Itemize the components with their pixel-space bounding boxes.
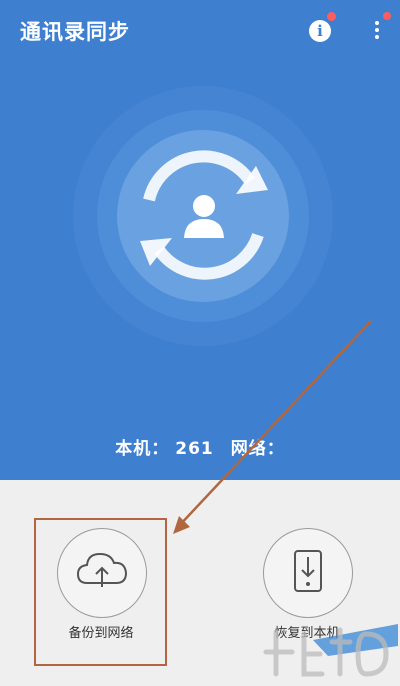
annotation-arrow	[173, 320, 372, 534]
watermark-logo	[263, 624, 398, 677]
